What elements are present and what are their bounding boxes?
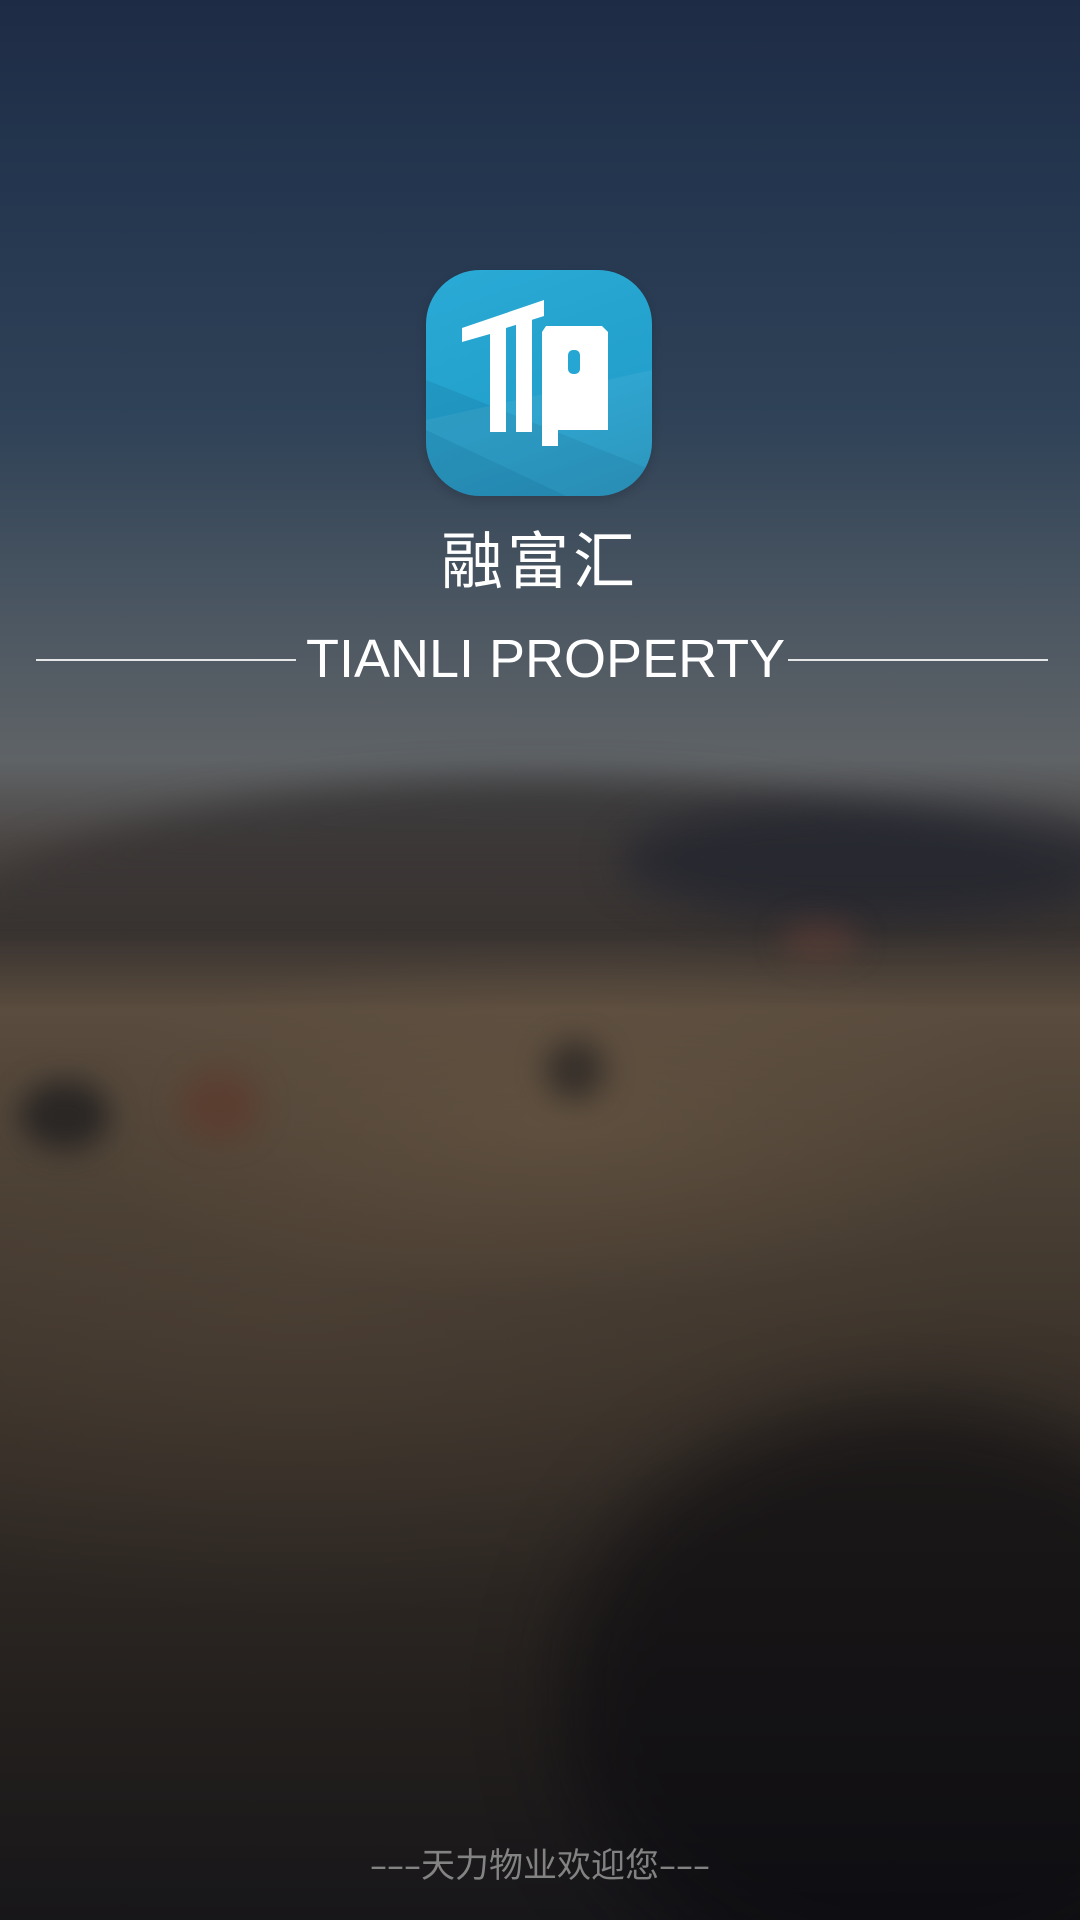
tagline-row: TIANLI PROPERTY	[36, 626, 1048, 692]
background-blur-spot	[780, 920, 860, 960]
app-name: 融富汇	[440, 525, 639, 598]
divider-left	[36, 659, 296, 661]
tianli-property-logo-icon	[426, 270, 652, 496]
background-blur-spot	[20, 1080, 110, 1150]
divider-right	[788, 659, 1048, 661]
background-blur-spot	[545, 1040, 605, 1100]
company-tagline: TIANLI PROPERTY	[306, 629, 786, 689]
background-blur-spot	[180, 1070, 260, 1140]
splash-screen: 融富汇 TIANLI PROPERTY –––天力物业欢迎您–––	[0, 0, 1080, 1920]
welcome-message: –––天力物业欢迎您–––	[370, 1846, 710, 1886]
